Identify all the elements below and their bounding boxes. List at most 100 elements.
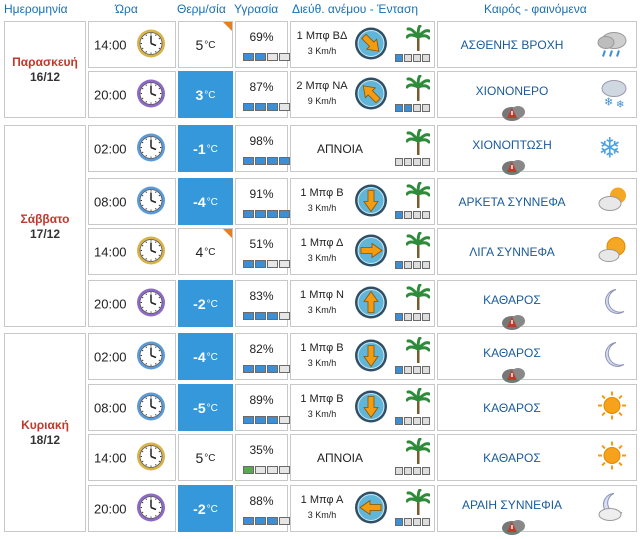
temperature-cell: -2 °C xyxy=(178,280,233,327)
temperature-cell: 5 °C xyxy=(178,21,233,68)
wind-direction-icon xyxy=(354,233,388,270)
palm-tree-icon xyxy=(405,24,431,54)
wind-intensity-segment xyxy=(413,211,421,219)
wind-direction-icon xyxy=(354,338,388,375)
wind-intensity-segment xyxy=(413,518,421,526)
wind-intensity-segment xyxy=(422,417,430,425)
humidity-bar-segment xyxy=(243,365,254,373)
humidity-bar-segment xyxy=(267,210,278,218)
svg-text:❄: ❄ xyxy=(598,131,621,164)
wind-intensity-scale xyxy=(395,261,430,269)
palm-tree-icon xyxy=(405,387,431,417)
palm-tree-icon xyxy=(405,283,431,313)
humidity-bar xyxy=(243,103,290,111)
wind-intensity-segment xyxy=(395,158,403,166)
day-cell: Σάββατο 17/12 xyxy=(4,125,86,327)
wind-cell: ΑΠΝΟΙΑ xyxy=(290,125,435,172)
wind-intensity-segment xyxy=(422,313,430,321)
time-value: 20:00 xyxy=(94,296,127,311)
humidity-bar-segment xyxy=(255,157,266,165)
warning-icon xyxy=(500,313,526,334)
temperature-cell: 4 °C xyxy=(178,228,233,275)
weather-cell: ΑΡΚΕΤΑ ΣΥΝΝΕΦΑ xyxy=(437,178,637,225)
humidity-value: 89% xyxy=(249,393,274,407)
header-wind: Διεύθ. ανέμου - Ένταση xyxy=(292,2,419,16)
humidity-cell: 69% xyxy=(235,21,290,68)
day-date: 18/12 xyxy=(29,433,61,447)
humidity-bar-segment xyxy=(255,312,266,320)
weather-description: ΚΑΘΑΡΟΣ xyxy=(483,346,541,360)
header-date: Ημερομηνία xyxy=(4,2,68,16)
wind-intensity-segment xyxy=(395,518,403,526)
clock-icon xyxy=(135,184,167,219)
weather-cell: ΚΑΘΑΡΟΣ xyxy=(437,333,637,383)
weather-cell: ΧΙΟΝΟΝΕΡΟ ❄ ❄ xyxy=(437,71,637,121)
wind-label: 1 Μπφ Δ xyxy=(300,237,344,249)
clock-icon xyxy=(135,390,167,425)
day-name: Σάββατο xyxy=(20,211,70,226)
humidity-bar-segment xyxy=(267,416,278,424)
time-cell: 02:00 xyxy=(88,333,176,380)
temperature-value: 5 xyxy=(195,36,204,53)
sleet-icon: ❄ ❄ xyxy=(596,76,630,113)
weather-description: ΑΡΑΙΗ ΣΥΝΝΕΦΙΑ xyxy=(461,498,563,512)
humidity-bar xyxy=(243,210,290,218)
humidity-bar-segment xyxy=(267,312,278,320)
temperature-value: -5 xyxy=(193,399,206,416)
humidity-bar-segment xyxy=(243,210,254,218)
humidity-bar-segment xyxy=(279,517,290,525)
header-humidity: Υγρασία xyxy=(234,2,279,16)
humidity-cell: 83% xyxy=(235,280,290,327)
wind-label: ΑΠΝΟΙΑ xyxy=(316,450,363,465)
humidity-bar-segment xyxy=(279,312,290,320)
wind-intensity-segment xyxy=(422,211,430,219)
wind-intensity-segment xyxy=(413,54,421,62)
clock-icon xyxy=(135,286,167,321)
humidity-value: 51% xyxy=(249,237,274,251)
sun-icon xyxy=(596,389,630,426)
wind-speed: 3 Km/h xyxy=(307,305,337,315)
humidity-bar-segment xyxy=(243,157,254,165)
clock-icon xyxy=(135,234,167,269)
wind-intensity-segment xyxy=(395,54,403,62)
wind-intensity-segment xyxy=(404,158,412,166)
temperature-unit: °C xyxy=(206,352,218,363)
humidity-value: 83% xyxy=(249,289,274,303)
wind-speed: 3 Km/h xyxy=(307,203,337,213)
warning-icon xyxy=(500,158,526,179)
humidity-value: 88% xyxy=(249,494,274,508)
wind-intensity-segment xyxy=(395,261,403,269)
humidity-bar-segment xyxy=(243,260,254,268)
header-time: Ώρα xyxy=(115,2,138,16)
wind-label: ΑΠΝΟΙΑ xyxy=(316,141,363,156)
wind-intensity-segment xyxy=(395,467,403,475)
humidity-cell: 98% xyxy=(235,125,290,172)
temperature-value: -4 xyxy=(193,348,206,365)
wind-intensity-segment xyxy=(422,467,430,475)
wind-intensity-segment xyxy=(404,104,412,112)
sun-cloud-icon xyxy=(596,233,630,270)
wind-direction-icon xyxy=(354,76,388,113)
time-value: 20:00 xyxy=(94,501,127,516)
wind-intensity-segment xyxy=(422,54,430,62)
humidity-bar-segment xyxy=(255,103,266,111)
wind-intensity-segment xyxy=(395,313,403,321)
day-cell: Κυριακή 18/12 xyxy=(4,333,86,532)
humidity-bar-segment xyxy=(279,53,290,61)
time-cell: 02:00 xyxy=(88,125,176,172)
temperature-unit: °C xyxy=(206,504,218,515)
humidity-bar-segment xyxy=(255,53,266,61)
humidity-bar-segment xyxy=(267,260,278,268)
wind-cell: 1 Μπφ ΒΔ 3 Km/h xyxy=(290,21,435,68)
table-header: Ημερομηνία Ώρα Θερμ/σία Υγρασία Διεύθ. α… xyxy=(0,0,640,18)
wind-intensity-segment xyxy=(404,366,412,374)
header-temp: Θερμ/σία xyxy=(177,2,226,16)
temperature-value: 4 xyxy=(195,243,204,260)
humidity-bar-segment xyxy=(243,53,254,61)
humidity-bar-segment xyxy=(267,517,278,525)
time-value: 02:00 xyxy=(94,141,127,156)
palm-tree-icon xyxy=(405,74,431,104)
wind-cell: 1 Μπφ Ν 3 Km/h xyxy=(290,280,435,327)
wind-intensity-segment xyxy=(404,467,412,475)
wind-intensity-segment xyxy=(413,158,421,166)
